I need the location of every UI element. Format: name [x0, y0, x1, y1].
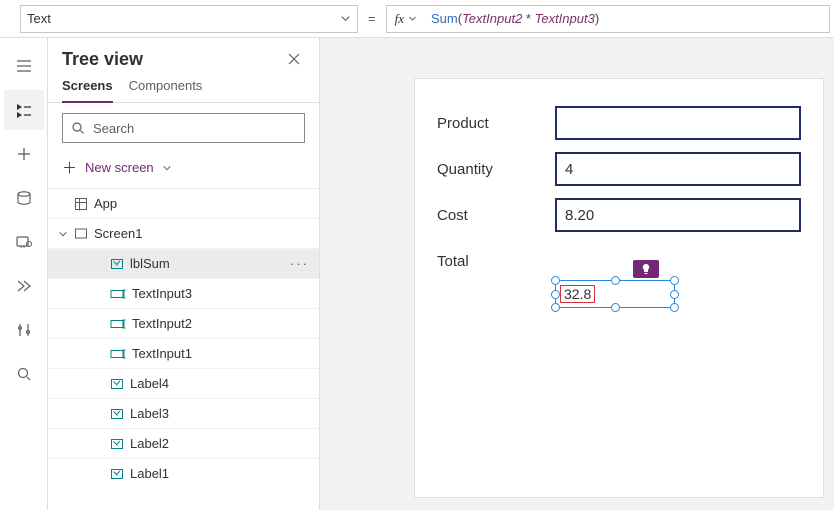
- tree-item[interactable]: Label2: [48, 428, 319, 458]
- tree-item[interactable]: Label4: [48, 368, 319, 398]
- product-input[interactable]: [555, 106, 801, 140]
- close-icon[interactable]: [283, 48, 305, 70]
- property-dropdown-value: Text: [27, 11, 51, 26]
- variables-icon[interactable]: [4, 310, 44, 350]
- resize-handle[interactable]: [551, 276, 560, 285]
- resize-handle[interactable]: [551, 303, 560, 312]
- more-icon[interactable]: ···: [290, 256, 309, 271]
- cost-input[interactable]: 8.20: [555, 198, 801, 232]
- chevron-down-icon: [340, 13, 351, 24]
- screen-preview[interactable]: Product Quantity 4 Cost 8.20 Total 32.8: [414, 78, 824, 498]
- search-placeholder: Search: [93, 121, 134, 136]
- media-icon[interactable]: [4, 222, 44, 262]
- chevron-down-icon[interactable]: [408, 14, 417, 23]
- left-rail: [0, 38, 48, 510]
- total-value: 32.8: [560, 285, 595, 303]
- label-icon: [110, 467, 124, 481]
- label-icon: [110, 407, 124, 421]
- plus-icon: ＋: [62, 157, 77, 178]
- tree-view-panel: Tree view Screens Components Search ＋ Ne…: [48, 38, 320, 510]
- label-icon: [110, 257, 124, 271]
- tab-screens[interactable]: Screens: [62, 78, 113, 103]
- tree-item[interactable]: TextInput1: [48, 338, 319, 368]
- label-icon: [110, 437, 124, 451]
- label-icon: [110, 377, 124, 391]
- resize-handle[interactable]: [611, 303, 620, 312]
- resize-handle[interactable]: [611, 276, 620, 285]
- data-icon[interactable]: [4, 178, 44, 218]
- screen-icon: [74, 227, 88, 241]
- search-icon[interactable]: [4, 354, 44, 394]
- hamburger-icon[interactable]: [4, 46, 44, 86]
- search-icon: [71, 121, 85, 135]
- form-label: Product: [437, 115, 555, 132]
- tab-components[interactable]: Components: [129, 78, 203, 102]
- resize-handle[interactable]: [670, 290, 679, 299]
- formula-text: Sum(TextInput2 * TextInput3): [431, 11, 599, 27]
- tree-item[interactable]: Label1: [48, 458, 319, 488]
- formula-bar: Text = fx Sum(TextInput2 * TextInput3): [0, 0, 834, 38]
- resize-handle[interactable]: [670, 303, 679, 312]
- tree-item-app[interactable]: App: [48, 188, 319, 218]
- search-input[interactable]: Search: [62, 113, 305, 143]
- tree-view-icon[interactable]: [4, 90, 44, 130]
- tree-view-title: Tree view: [62, 49, 143, 70]
- power-automate-icon[interactable]: [4, 266, 44, 306]
- form-label: Quantity: [437, 161, 555, 178]
- tree-item[interactable]: TextInput3: [48, 278, 319, 308]
- tree-item[interactable]: Label3: [48, 398, 319, 428]
- equals-label: =: [358, 11, 386, 26]
- quantity-input[interactable]: 4: [555, 152, 801, 186]
- tree-item[interactable]: TextInput2: [48, 308, 319, 338]
- property-dropdown[interactable]: Text: [20, 5, 358, 33]
- chevron-down-icon[interactable]: [58, 229, 68, 239]
- form-label: Cost: [437, 207, 555, 224]
- formula-input[interactable]: fx Sum(TextInput2 * TextInput3): [386, 5, 830, 33]
- tree-list: App Screen1 lblSum ··· TextInput3: [48, 188, 319, 510]
- fx-icon: fx: [395, 11, 404, 27]
- tree-item-screen1[interactable]: Screen1: [48, 218, 319, 248]
- selected-control-lblsum[interactable]: 32.8: [555, 280, 675, 308]
- resize-handle[interactable]: [551, 290, 560, 299]
- canvas[interactable]: Product Quantity 4 Cost 8.20 Total 32.8: [320, 38, 834, 510]
- tree-item[interactable]: lblSum ···: [48, 248, 319, 278]
- idea-icon[interactable]: [633, 260, 659, 278]
- textinput-icon: [110, 347, 126, 361]
- chevron-down-icon: [162, 163, 172, 173]
- textinput-icon: [110, 317, 126, 331]
- new-screen-button[interactable]: ＋ New screen: [48, 153, 319, 188]
- form-label: Total: [437, 253, 555, 270]
- textinput-icon: [110, 287, 126, 301]
- insert-icon[interactable]: [4, 134, 44, 174]
- resize-handle[interactable]: [670, 276, 679, 285]
- app-icon: [74, 197, 88, 211]
